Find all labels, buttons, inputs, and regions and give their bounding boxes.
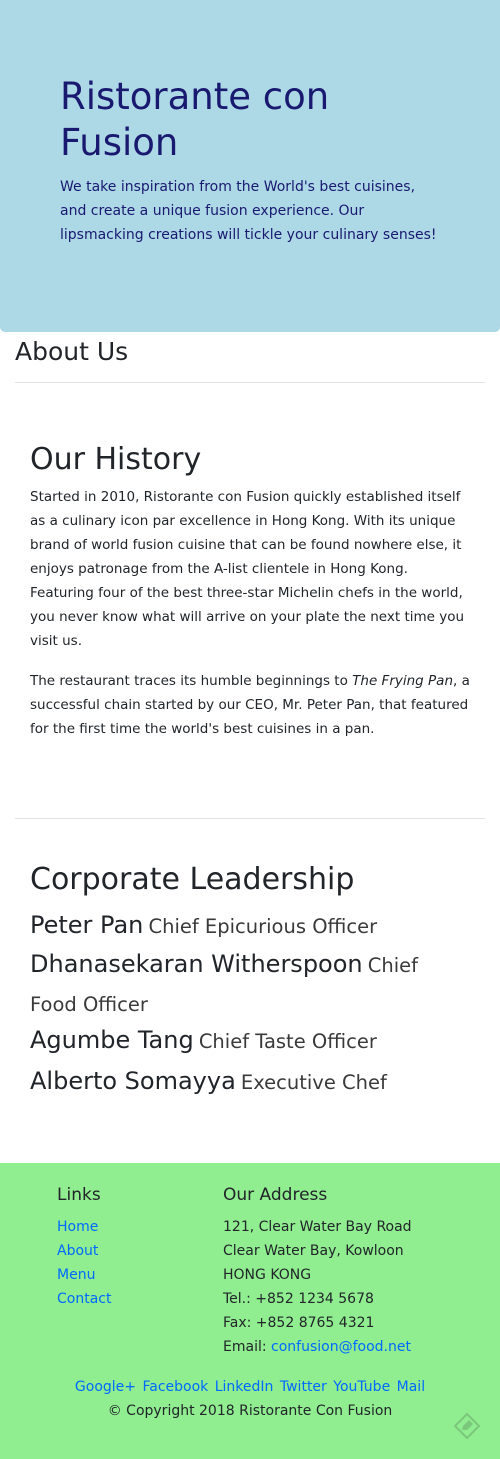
email-line: Email: confusion@food.net (223, 1335, 412, 1359)
leadership-title: Corporate Leadership (30, 862, 355, 897)
divider (15, 382, 485, 383)
leader-role: Chief Taste Officer (198, 1030, 377, 1053)
social-link-google-plus[interactable]: Google+ (75, 1379, 136, 1395)
fax: Fax: +852 8765 4321 (223, 1315, 375, 1331)
history-title: Our History (30, 442, 202, 477)
footer-link-about[interactable]: About (57, 1239, 111, 1263)
email-link[interactable]: confusion@food.net (271, 1339, 411, 1355)
copyright: © Copyright 2018 Ristorante Con Fusion (107, 1403, 393, 1419)
leader-role: Executive Chef (240, 1071, 387, 1094)
email-label: Email: (223, 1339, 272, 1355)
leader-name: Agumbe Tang (30, 1026, 194, 1054)
address-line: 121, Clear Water Bay Road (223, 1219, 412, 1235)
links-heading: Links (57, 1185, 101, 1205)
address-line: HONG KONG (223, 1267, 312, 1283)
restaurant-title: Ristorante con Fusion (60, 75, 330, 164)
social-link-facebook[interactable]: Facebook (142, 1379, 208, 1395)
history-paragraph: The restaurant traces its humble beginni… (30, 673, 470, 737)
leader-item: Alberto Somayya Executive Chef (30, 1062, 470, 1103)
address-block: 121, Clear Water Bay Road Clear Water Ba… (223, 1215, 412, 1359)
social-link-mail[interactable]: Mail (397, 1379, 425, 1395)
page-title: About Us (15, 337, 129, 366)
telephone: Tel.: +852 1234 5678 (223, 1291, 374, 1307)
leader-role: Chief Epicurious Officer (148, 915, 378, 938)
social-link-youtube[interactable]: YouTube (333, 1379, 390, 1395)
leader-name: Peter Pan (30, 911, 144, 939)
social-link-linkedin[interactable]: LinkedIn (215, 1379, 274, 1395)
leader-item: Dhanasekaran Witherspoon Chief Food Offi… (30, 945, 470, 1025)
social-links: Google+ Facebook LinkedIn Twitter YouTub… (0, 1375, 500, 1399)
edit-pencil-icon[interactable] (454, 1413, 480, 1439)
address-heading: Our Address (223, 1185, 328, 1205)
jumbotron: Ristorante con Fusion We take inspiratio… (0, 0, 500, 332)
footer-link-home[interactable]: Home (57, 1215, 111, 1239)
footer-link-menu[interactable]: Menu (57, 1263, 111, 1287)
footer-links: Home About Menu Contact (57, 1215, 111, 1311)
restaurant-tagline: We take inspiration from the World's bes… (60, 179, 437, 243)
history-paragraph: Started in 2010, Ristorante con Fusion q… (30, 489, 465, 649)
leader-name: Dhanasekaran Witherspoon (30, 950, 363, 978)
leader-item: Peter Pan Chief Epicurious Officer (30, 906, 470, 947)
divider (15, 818, 485, 819)
frying-pan-emphasis: The Frying Pan (352, 673, 453, 689)
footer: Links Home About Menu Contact Our Addres… (0, 1163, 500, 1459)
leader-name: Alberto Somayya (30, 1067, 236, 1095)
leader-item: Agumbe Tang Chief Taste Officer (30, 1021, 470, 1062)
address-line: Clear Water Bay, Kowloon (223, 1243, 404, 1259)
footer-link-contact[interactable]: Contact (57, 1287, 111, 1311)
social-link-twitter[interactable]: Twitter (280, 1379, 327, 1395)
